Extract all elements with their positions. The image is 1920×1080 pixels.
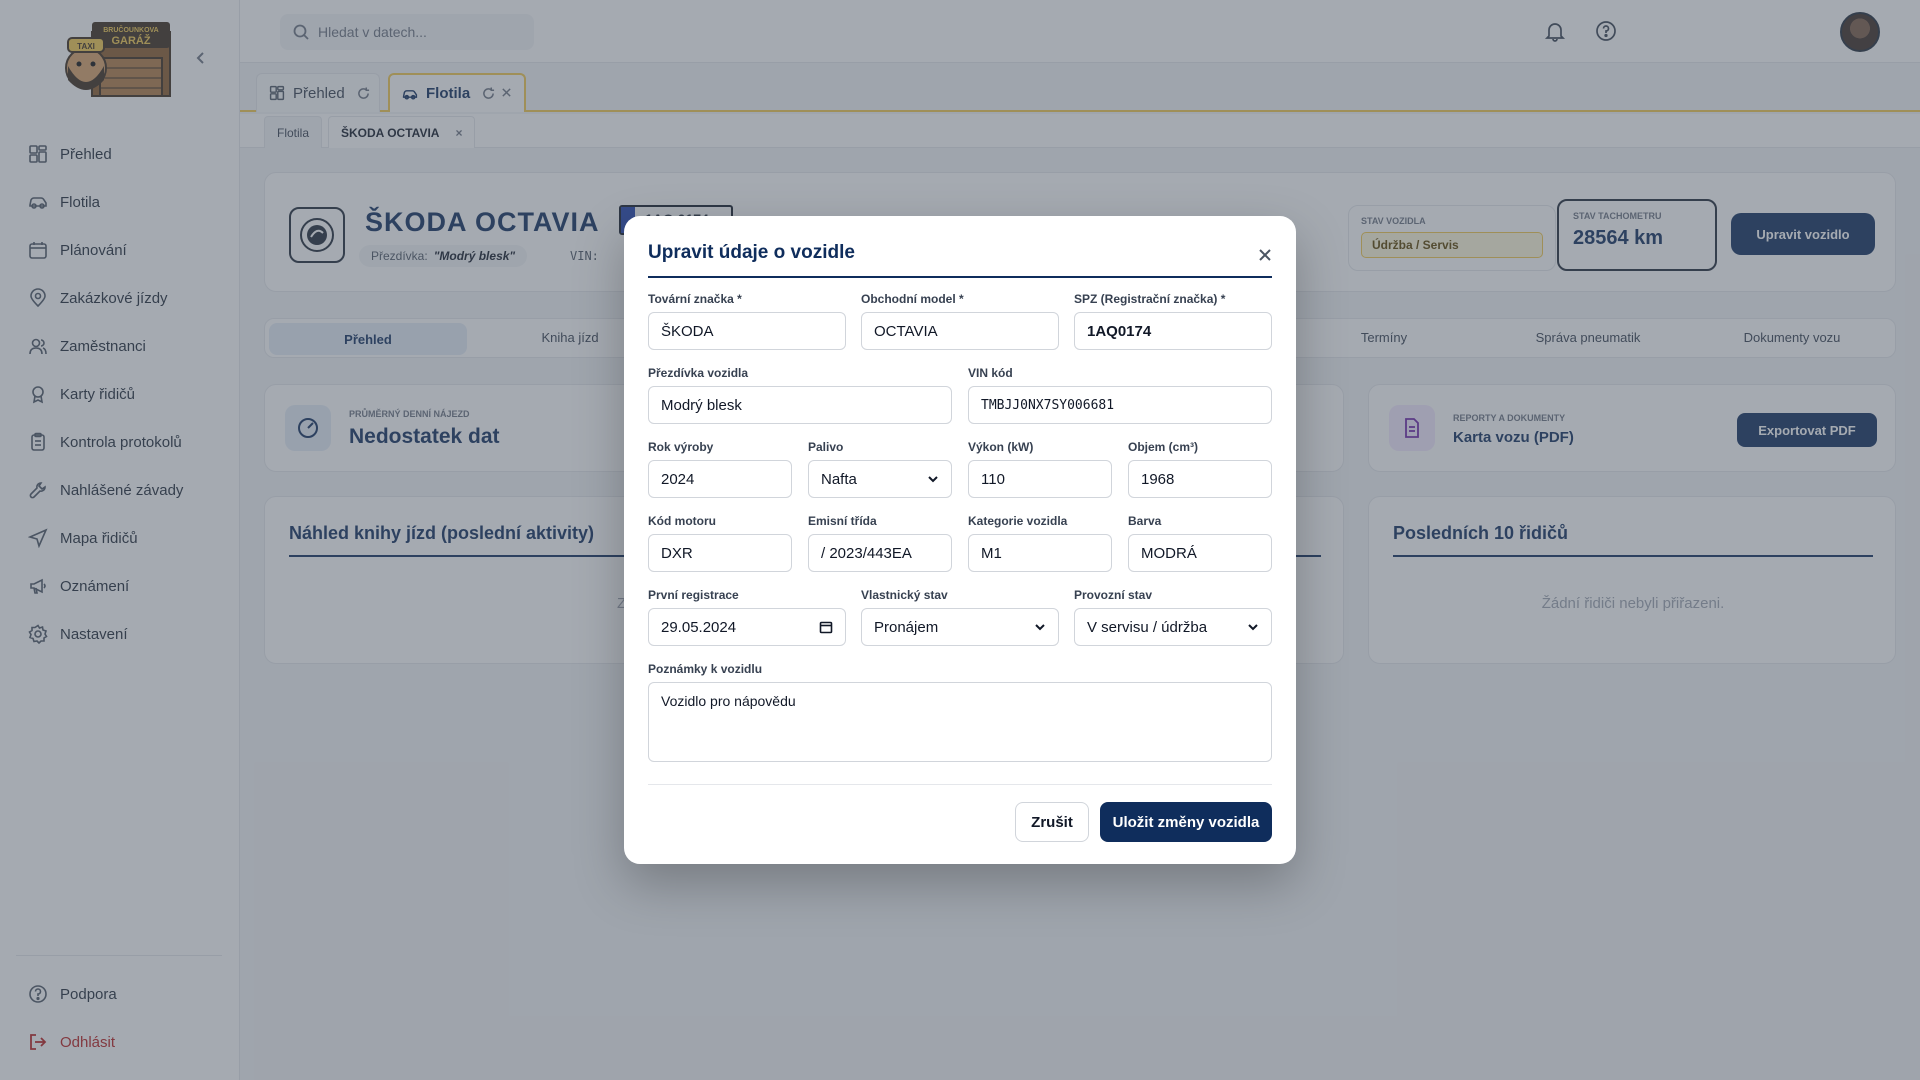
fuel-label: Palivo xyxy=(808,440,844,454)
power-label: Výkon (kW) xyxy=(968,440,1034,454)
year-field: Rok výroby 2024 xyxy=(648,440,792,498)
modal-footer-divider xyxy=(648,784,1272,785)
ownership-select[interactable]: Pronájem xyxy=(861,608,1059,646)
notes-label: Poznámky k vozidlu xyxy=(648,662,763,676)
model-field: Obchodní model * OCTAVIA xyxy=(861,292,1059,350)
engine-label: Kód motoru xyxy=(648,514,716,528)
plate-field: SPZ (Registrační značka) * 1AQ0174 xyxy=(1074,292,1272,350)
category-label: Kategorie vozidla xyxy=(968,514,1068,528)
power-input[interactable]: 110 xyxy=(968,460,1112,498)
modal-title: Upravit údaje o vozidle xyxy=(648,242,855,263)
year-label: Rok výroby xyxy=(648,440,714,454)
plate-input[interactable]: 1AQ0174 xyxy=(1074,312,1272,350)
model-input[interactable]: OCTAVIA xyxy=(861,312,1059,350)
edit-vehicle-modal: Upravit údaje o vozidle Tovární značka *… xyxy=(624,216,1296,864)
model-label: Obchodní model * xyxy=(861,292,964,306)
first-registration-field: První registrace 29.05.2024 xyxy=(648,588,846,646)
color-input[interactable]: MODRÁ xyxy=(1128,534,1272,572)
operational-status-value: V servisu / údržba xyxy=(1087,618,1208,636)
volume-label: Objem (cm³) xyxy=(1128,440,1199,454)
vin-input[interactable]: TMBJJ0NX7SY006681 xyxy=(968,386,1272,424)
notes-textarea[interactable]: Vozidlo pro nápovědu xyxy=(648,682,1272,762)
fuel-value: Nafta xyxy=(821,470,857,488)
nickname-input[interactable]: Modrý blesk xyxy=(648,386,952,424)
first-registration-label: První registrace xyxy=(648,588,739,602)
volume-field: Objem (cm³) 1968 xyxy=(1128,440,1272,498)
calendar-icon[interactable] xyxy=(819,620,833,634)
volume-input[interactable]: 1968 xyxy=(1128,460,1272,498)
nickname-field: Přezdívka vozidla Modrý blesk xyxy=(648,366,952,424)
notes-field: Poznámky k vozidlu Vozidlo pro nápovědu xyxy=(648,662,1272,762)
close-icon[interactable] xyxy=(1258,248,1272,262)
vin-label: VIN kód xyxy=(968,366,1013,380)
chevron-down-icon xyxy=(927,473,939,485)
category-input[interactable]: M1 xyxy=(968,534,1112,572)
vin-field: VIN kód TMBJJ0NX7SY006681 xyxy=(968,366,1272,424)
modal-title-underline xyxy=(648,276,1272,278)
brand-field: Tovární značka * ŠKODA xyxy=(648,292,846,350)
ownership-field: Vlastnický stav Pronájem xyxy=(861,588,1059,646)
operational-status-field: Provozní stav V servisu / údržba xyxy=(1074,588,1272,646)
chevron-down-icon xyxy=(1247,621,1259,633)
cancel-button[interactable]: Zrušit xyxy=(1015,802,1089,842)
fuel-select[interactable]: Nafta xyxy=(808,460,952,498)
first-registration-value: 29.05.2024 xyxy=(661,618,737,636)
nickname-label: Přezdívka vozidla xyxy=(648,366,749,380)
engine-input[interactable]: DXR xyxy=(648,534,792,572)
operational-status-label: Provozní stav xyxy=(1074,588,1153,602)
save-vehicle-button[interactable]: Uložit změny vozidla xyxy=(1100,802,1272,842)
emission-input[interactable]: / 2023/443EA xyxy=(808,534,952,572)
emission-field: Emisní třída / 2023/443EA xyxy=(808,514,952,572)
first-registration-input[interactable]: 29.05.2024 xyxy=(648,608,846,646)
emission-label: Emisní třída xyxy=(808,514,877,528)
brand-label: Tovární značka * xyxy=(648,292,742,306)
ownership-label: Vlastnický stav xyxy=(861,588,948,602)
color-field: Barva MODRÁ xyxy=(1128,514,1272,572)
operational-status-select[interactable]: V servisu / údržba xyxy=(1074,608,1272,646)
brand-input[interactable]: ŠKODA xyxy=(648,312,846,350)
year-input[interactable]: 2024 xyxy=(648,460,792,498)
category-field: Kategorie vozidla M1 xyxy=(968,514,1112,572)
engine-field: Kód motoru DXR xyxy=(648,514,792,572)
chevron-down-icon xyxy=(1034,621,1046,633)
plate-label: SPZ (Registrační značka) * xyxy=(1074,292,1226,306)
fuel-field: Palivo Nafta xyxy=(808,440,952,498)
color-label: Barva xyxy=(1128,514,1162,528)
power-field: Výkon (kW) 110 xyxy=(968,440,1112,498)
ownership-value: Pronájem xyxy=(874,618,939,636)
